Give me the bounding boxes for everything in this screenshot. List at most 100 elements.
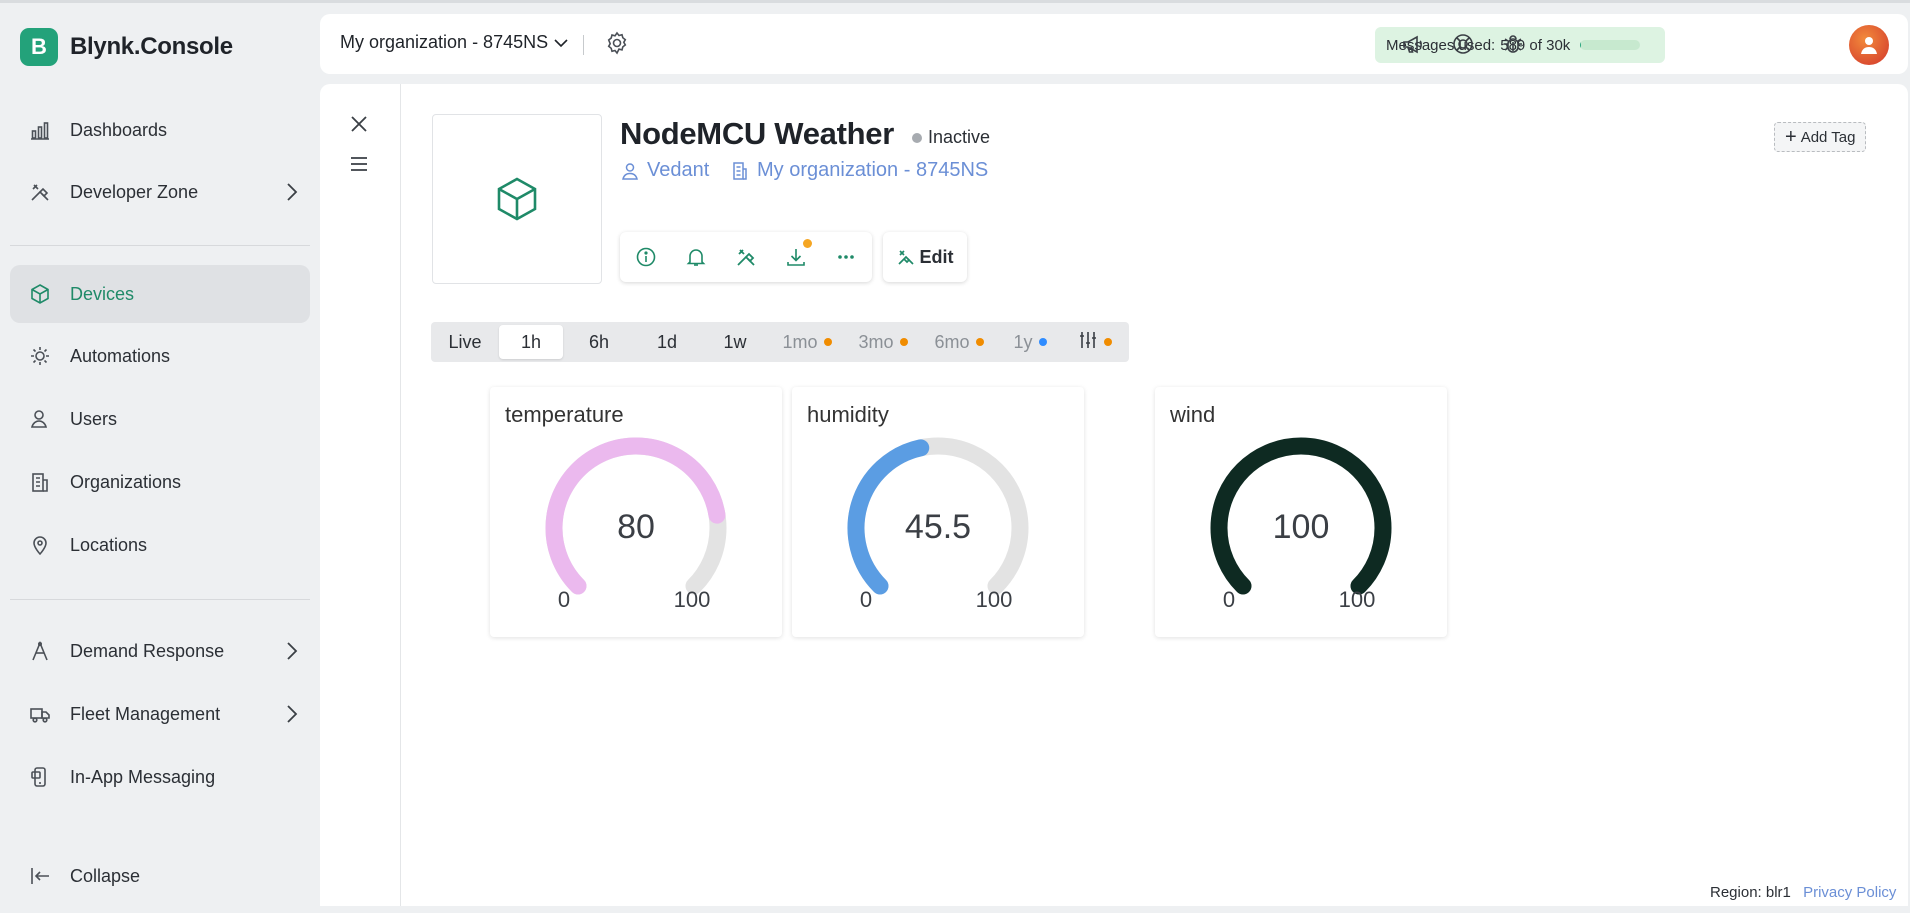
edit-button[interactable]: Edit xyxy=(883,232,967,282)
privacy-policy-link[interactable]: Privacy Policy xyxy=(1803,884,1896,901)
premium-dot xyxy=(899,338,908,346)
chart-bars-icon xyxy=(28,118,52,142)
brand[interactable]: B Blynk.Console xyxy=(20,28,233,66)
cube-icon xyxy=(497,177,537,221)
tools-icon xyxy=(28,180,52,204)
sidebar-item-developer-zone[interactable]: Developer Zone xyxy=(10,163,310,221)
time-range-label: 3mo xyxy=(858,331,894,352)
sidebar-item-label: Automations xyxy=(70,345,171,366)
time-range-live[interactable]: Live xyxy=(433,325,497,359)
time-range-1mo[interactable]: 1mo xyxy=(771,325,843,359)
menu-icon[interactable] xyxy=(344,149,374,179)
gauge-max: 100 xyxy=(673,587,711,612)
time-range-6mo[interactable]: 6mo xyxy=(923,325,995,359)
more-icon[interactable] xyxy=(833,244,859,270)
device-rail xyxy=(320,84,401,906)
building-icon xyxy=(28,470,52,494)
map-pin-icon xyxy=(28,533,52,557)
gauge-widget-wind[interactable]: wind 100 0 100 xyxy=(1155,387,1447,637)
sidebar-item-label: In-App Messaging xyxy=(70,766,216,787)
sliders-icon xyxy=(1078,330,1098,355)
add-tag-label: Add Tag xyxy=(1800,128,1856,146)
sidebar-item-dashboards[interactable]: Dashboards xyxy=(10,101,310,159)
sidebar-divider xyxy=(10,599,310,600)
sidebar-item-organizations[interactable]: Organizations xyxy=(10,453,310,511)
device-organization-link[interactable]: My organization - 8745NS xyxy=(730,159,988,182)
brand-logo: B xyxy=(20,28,58,66)
truck-icon xyxy=(28,702,52,726)
info-icon[interactable] xyxy=(633,244,659,270)
sidebar-item-label: Fleet Management xyxy=(70,703,221,724)
gauge-widget-temperature[interactable]: temperature 80 0 100 xyxy=(490,387,782,637)
status-dot xyxy=(912,132,922,143)
bug-icon[interactable] xyxy=(1500,31,1526,57)
time-range-6h[interactable]: 6h xyxy=(567,325,631,359)
region-label: Region: blr1 xyxy=(1710,884,1791,901)
time-range-1d[interactable]: 1d xyxy=(635,325,699,359)
time-range-label: 6mo xyxy=(934,331,970,352)
time-range-label: 1y xyxy=(1013,331,1033,352)
sidebar-collapse[interactable]: Collapse xyxy=(10,847,310,905)
premium-dot xyxy=(975,338,984,346)
device-organization: My organization - 8745NS xyxy=(757,159,989,181)
gauge-max: 100 xyxy=(1338,587,1376,612)
collapse-icon xyxy=(28,864,52,888)
time-range-label: 1w xyxy=(723,331,747,352)
sidebar-item-demand-response[interactable]: Demand Response xyxy=(10,622,310,680)
compass-icon xyxy=(28,639,52,663)
device-image[interactable] xyxy=(432,114,602,284)
sidebar-item-users[interactable]: Users xyxy=(10,390,310,448)
gauge-widget-humidity[interactable]: humidity 45.5 0 100 xyxy=(792,387,1084,637)
download-icon[interactable] xyxy=(783,239,812,270)
edit-label: Edit xyxy=(919,246,954,267)
lifebuoy-icon[interactable] xyxy=(1450,31,1476,57)
time-range-label: 1mo xyxy=(782,331,818,352)
organization-name: My organization - 8745NS xyxy=(340,32,549,52)
time-range-label: 1h xyxy=(520,331,542,352)
gauge-value: 45.5 xyxy=(904,508,972,546)
sidebar-item-label: Users xyxy=(70,408,118,429)
device-action-toolbar xyxy=(620,232,872,282)
device-status: Inactive xyxy=(912,127,990,148)
sidebar-item-automations[interactable]: Automations xyxy=(10,327,310,385)
time-range-label: Live xyxy=(448,331,482,352)
premium-dot xyxy=(823,338,832,346)
close-icon[interactable] xyxy=(344,109,374,139)
notification-badge xyxy=(803,239,812,248)
device-owner: Vedant xyxy=(647,159,710,181)
time-range-1h[interactable]: 1h xyxy=(499,325,563,359)
avatar[interactable] xyxy=(1849,25,1889,65)
add-tag-button[interactable]: + Add Tag xyxy=(1774,122,1867,152)
gauge-title: temperature xyxy=(505,402,624,427)
time-range-selector: Live 1h 6h 1d 1w 1mo 3mo 6mo 1y xyxy=(431,322,1129,362)
time-range-1w[interactable]: 1w xyxy=(703,325,767,359)
phone-message-icon xyxy=(28,765,52,789)
gear-icon[interactable] xyxy=(604,30,630,56)
megaphone-icon[interactable] xyxy=(1400,31,1426,57)
sidebar-item-devices[interactable]: Devices xyxy=(10,265,310,323)
sidebar-item-locations[interactable]: Locations xyxy=(10,516,310,574)
sidebar-item-fleet-management[interactable]: Fleet Management xyxy=(10,685,310,743)
chevron-right-icon xyxy=(286,182,298,207)
time-range-custom[interactable] xyxy=(1067,325,1123,359)
sidebar: B Blynk.Console Dashboards Developer Zon… xyxy=(0,3,320,913)
device-owner-link[interactable]: Vedant xyxy=(620,159,709,182)
bell-icon[interactable] xyxy=(683,244,709,270)
gauge-title: humidity xyxy=(807,402,889,427)
status-label: Inactive xyxy=(928,127,991,147)
device-page: NodeMCU Weather Inactive Vedant My organ… xyxy=(320,84,1908,906)
time-range-3mo[interactable]: 3mo xyxy=(847,325,919,359)
time-range-1y[interactable]: 1y xyxy=(999,325,1061,359)
tools-icon[interactable] xyxy=(733,244,759,270)
organization-selector[interactable]: My organization - 8745NS xyxy=(340,32,568,53)
gauge-value: 100 xyxy=(1272,508,1330,546)
gauge-min: 0 xyxy=(1222,587,1236,612)
sun-gear-icon xyxy=(28,344,52,368)
time-range-label: 6h xyxy=(588,331,610,352)
sidebar-divider xyxy=(10,245,310,246)
sidebar-item-label: Demand Response xyxy=(70,640,225,661)
gauge-value: 80 xyxy=(617,508,655,546)
user-icon xyxy=(28,407,52,431)
sidebar-item-in-app-messaging[interactable]: In-App Messaging xyxy=(10,748,310,806)
plus-icon: + xyxy=(1785,126,1797,148)
